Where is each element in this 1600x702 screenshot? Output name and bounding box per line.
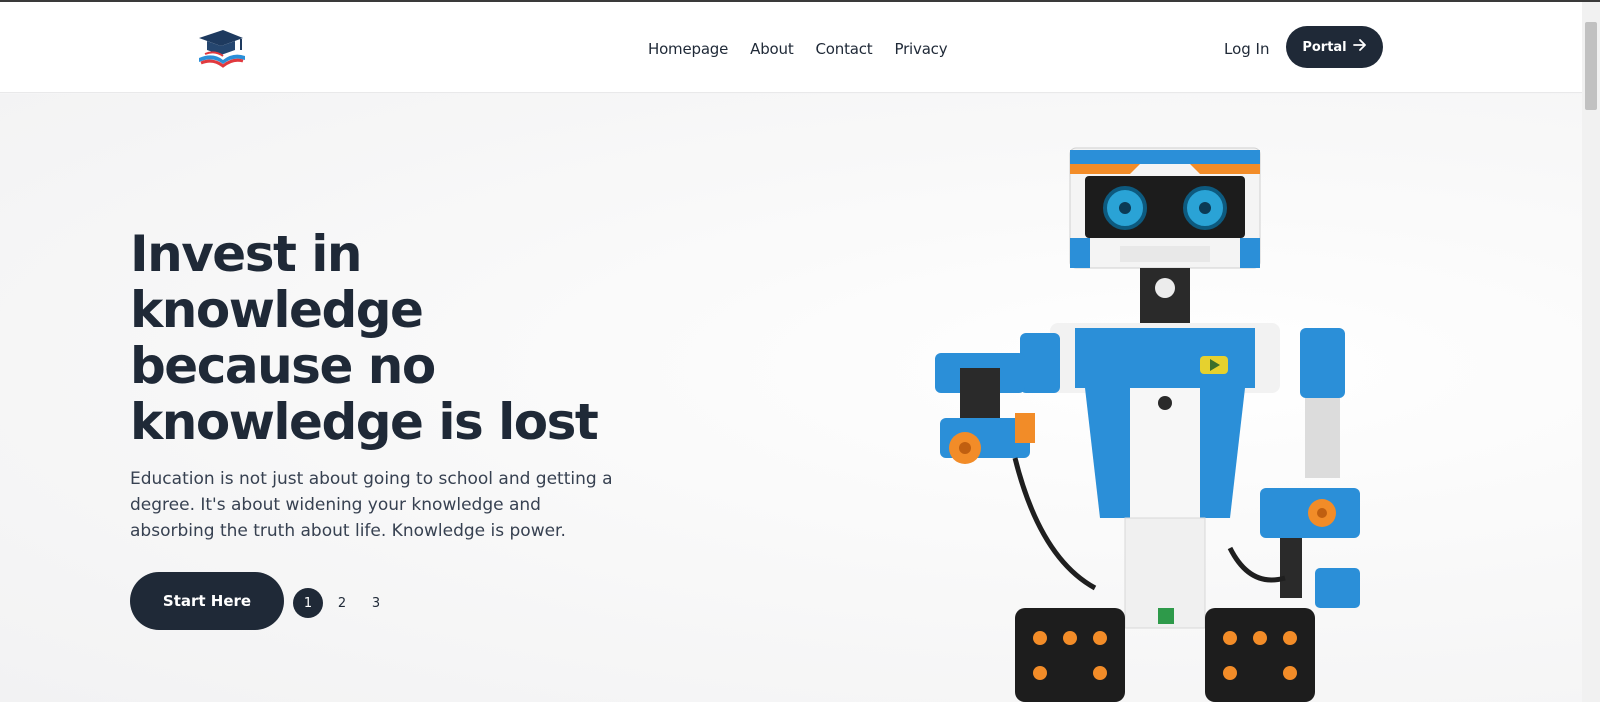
page-1-button[interactable]: 1 bbox=[293, 588, 323, 618]
start-here-button[interactable]: Start Here bbox=[130, 572, 284, 630]
graduation-cap-logo-icon[interactable] bbox=[195, 26, 247, 70]
hero-title-line-1: Invest in bbox=[130, 225, 363, 283]
portal-button[interactable]: Portal bbox=[1286, 26, 1383, 68]
hero-title-line-2: knowledge bbox=[130, 281, 424, 339]
site-header: Homepage About Contact Privacy Log In Po… bbox=[0, 2, 1582, 93]
arrow-right-icon bbox=[1352, 39, 1367, 55]
nav-about[interactable]: About bbox=[750, 40, 794, 58]
hero-subtitle: Education is not just about going to sch… bbox=[130, 469, 613, 541]
nav-contact[interactable]: Contact bbox=[816, 40, 873, 58]
hero-title: Invest in knowledge because no knowledge… bbox=[130, 226, 650, 450]
nav-homepage[interactable]: Homepage bbox=[648, 40, 728, 58]
page-3-button[interactable]: 3 bbox=[361, 588, 391, 618]
nav-privacy[interactable]: Privacy bbox=[895, 40, 948, 58]
login-link[interactable]: Log In bbox=[1224, 40, 1270, 58]
main-nav: Homepage About Contact Privacy bbox=[648, 40, 969, 58]
page-2-button[interactable]: 2 bbox=[327, 588, 357, 618]
portal-button-label: Portal bbox=[1302, 39, 1347, 55]
hero-title-line-4: knowledge is lost bbox=[130, 393, 599, 451]
hero-title-line-3: because no bbox=[130, 337, 436, 395]
scrollbar-thumb[interactable] bbox=[1585, 22, 1597, 110]
slide-pagination: 1 2 3 bbox=[293, 588, 395, 618]
robot-hero-image bbox=[920, 128, 1390, 702]
page-scrollbar[interactable] bbox=[1582, 2, 1600, 702]
